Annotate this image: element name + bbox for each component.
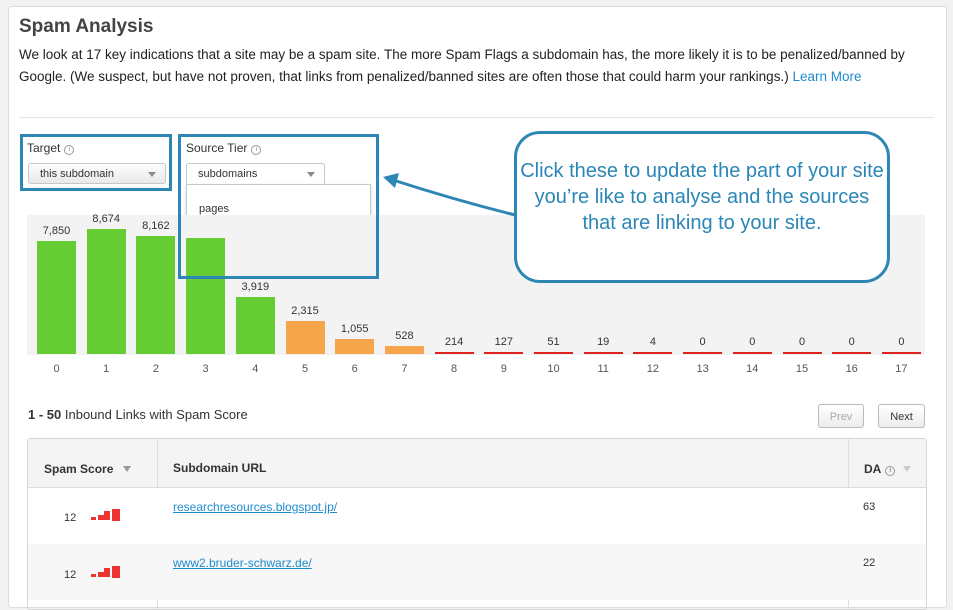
- bar-value-label: 4: [649, 336, 656, 348]
- bar-12[interactable]: [633, 352, 673, 354]
- x-tick-label: 14: [746, 363, 759, 375]
- bar-15[interactable]: [782, 352, 822, 354]
- table-header: [28, 439, 926, 488]
- bar-10[interactable]: [534, 352, 573, 354]
- x-tick-label: 11: [597, 363, 609, 375]
- bar-value-label: 3,919: [241, 281, 270, 293]
- callout-bubble: Click these to update the part of your s…: [514, 131, 890, 283]
- x-tick-label: 9: [500, 363, 507, 375]
- bar-11[interactable]: [583, 352, 623, 354]
- column-header-da[interactable]: DA i: [864, 462, 911, 476]
- bar-value-label: 8,162: [142, 220, 170, 232]
- bar-value-label: 7,850: [42, 225, 71, 237]
- column-header-spam-score[interactable]: Spam Score: [44, 462, 131, 476]
- x-tick-label: 5: [301, 363, 309, 375]
- bar-0[interactable]: [37, 241, 76, 354]
- spam-score-value: 12: [64, 569, 77, 581]
- source-tier-highlight-box: [178, 134, 379, 279]
- column-header-url[interactable]: Subdomain URL: [173, 461, 266, 475]
- bar-value-label: 51: [547, 336, 560, 348]
- info-icon[interactable]: i: [885, 466, 896, 476]
- links-heading: 1 - 50 Inbound Links with Spam Score: [28, 407, 248, 422]
- x-tick-label: 8: [451, 363, 458, 375]
- bar-value-label: 0: [798, 336, 806, 348]
- bar-13[interactable]: [683, 352, 723, 354]
- callout-arrow-icon: [383, 173, 516, 217]
- divider: [19, 117, 934, 118]
- x-tick-label: 1: [103, 363, 110, 375]
- x-tick-label: 2: [152, 363, 159, 375]
- da-value: 63: [863, 501, 876, 513]
- bar-value-label: 528: [395, 330, 414, 342]
- bar-value-label: 0: [898, 336, 905, 348]
- bar-2[interactable]: [136, 236, 176, 354]
- bar-6[interactable]: [335, 339, 375, 354]
- column-header-spam-score-label: Spam Score: [44, 462, 114, 476]
- x-tick-label: 6: [351, 363, 358, 375]
- da-value: 22: [863, 557, 876, 569]
- x-tick-label: 10: [547, 363, 560, 375]
- bar-9[interactable]: [484, 352, 524, 354]
- bar-1[interactable]: [86, 229, 126, 354]
- sort-down-icon: [902, 466, 911, 472]
- bar-value-label: 8,674: [92, 213, 120, 225]
- links-table: Spam Score Subdomain URL DA i 12 research…: [27, 438, 927, 610]
- page-title: Spam Analysis: [19, 16, 154, 37]
- bar-8[interactable]: [434, 352, 474, 354]
- bar-value-label: 2,315: [291, 305, 319, 317]
- x-tick-label: 13: [696, 363, 709, 375]
- spam-score-value: 12: [64, 512, 77, 524]
- bar-value-label: 214: [444, 336, 464, 348]
- x-tick-label: 0: [53, 363, 60, 375]
- links-range: 1 - 50: [28, 407, 62, 422]
- column-header-da-label: DA: [864, 462, 882, 476]
- bar-14[interactable]: [732, 352, 772, 354]
- bar-value-label: 1,055: [340, 323, 369, 335]
- description: We look at 17 key indications that a sit…: [19, 44, 909, 87]
- subdomain-url-link[interactable]: www2.bruder-schwarz.de/: [173, 556, 312, 570]
- bar-value-label: 0: [699, 336, 706, 348]
- bar-value-label: 19: [597, 336, 610, 348]
- target-highlight-box: [20, 134, 172, 191]
- bar-16[interactable]: [832, 352, 872, 354]
- bar-value-label: 0: [749, 336, 756, 348]
- subdomain-url-link[interactable]: researchresources.blogspot.jp/: [173, 500, 337, 514]
- x-tick-label: 15: [795, 363, 809, 375]
- table-row[interactable]: 12 researchresources.blogspot.jp/ 63: [28, 488, 926, 544]
- x-tick-label: 7: [401, 363, 408, 375]
- links-title-text: Inbound Links with Spam Score: [64, 407, 248, 422]
- bar-17[interactable]: [881, 352, 921, 354]
- bar-5[interactable]: [285, 321, 325, 354]
- bar-value-label: 0: [848, 336, 855, 348]
- bar-value-label: 127: [494, 336, 513, 348]
- next-button[interactable]: Next: [878, 404, 925, 428]
- x-tick-label: 16: [845, 363, 858, 375]
- x-tick-label: 3: [202, 363, 209, 375]
- bar-7[interactable]: [384, 346, 424, 354]
- description-text: We look at 17 key indications that a sit…: [19, 47, 905, 84]
- bar-4[interactable]: [235, 297, 275, 354]
- x-tick-label: 4: [252, 363, 259, 375]
- x-tick-label: 17: [895, 363, 908, 375]
- sort-down-icon: [122, 466, 131, 472]
- x-tick-label: 12: [646, 363, 660, 375]
- prev-button[interactable]: Prev: [818, 404, 864, 428]
- table-row[interactable]: 12 www2.bruder-schwarz.de/ 22: [28, 544, 926, 600]
- learn-more-link[interactable]: Learn More: [792, 69, 861, 84]
